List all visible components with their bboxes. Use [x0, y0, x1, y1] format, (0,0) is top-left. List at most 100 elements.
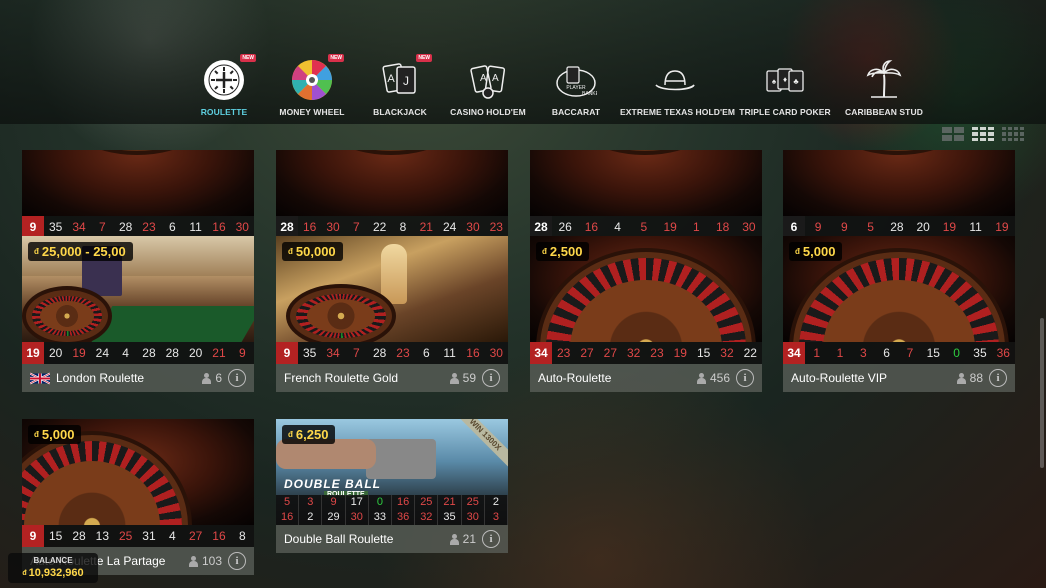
table-name: Double Ball Roulette: [284, 532, 394, 546]
result-number: 23: [489, 220, 503, 234]
result-number: 5: [640, 220, 648, 234]
game-category-nav: NEW ROULETTE NEW MONEY WHEEL J A NEW BLACKJACK A…: [0, 0, 1046, 124]
result-number: 21: [212, 346, 226, 360]
result-pair: 25 32: [415, 495, 439, 525]
player-icon: [188, 555, 198, 567]
recent-results: 19 20 19 24 4 28 28 20 21 9: [22, 342, 254, 364]
table-name: Auto-Roulette VIP: [791, 371, 888, 385]
result-number: 21: [419, 220, 433, 234]
result-number: 2: [307, 511, 314, 523]
double-ball-logo: DOUBLE BALL: [284, 477, 381, 491]
recent-results: 9 35 34 7 28 23 6 11 16 30: [22, 216, 254, 238]
player-icon: [696, 372, 706, 384]
recent-results: 28 26 16 4 5 19 1 18 30: [530, 216, 762, 238]
nav-item-caribbean-stud[interactable]: CARIBBEAN STUD: [840, 54, 928, 124]
nav-item-money-wheel[interactable]: NEW MONEY WHEEL: [268, 54, 356, 124]
result-number: 32: [420, 511, 433, 523]
result-pair: 17 30: [346, 495, 369, 525]
result-number: 32: [626, 346, 641, 360]
result-number: 35: [48, 220, 63, 234]
nav-item-extreme-texas-hold-em[interactable]: EXTREME TEXAS HOLD'EM: [620, 54, 736, 124]
result-number: 1: [813, 346, 820, 360]
scrollbar[interactable]: [1040, 318, 1044, 468]
result-pair: 21 35: [438, 495, 462, 525]
table-footer: Auto-Roulette 456 i: [530, 364, 762, 392]
result-number: 27: [188, 529, 203, 543]
result-number: 30: [466, 220, 480, 234]
player-count: 59: [449, 371, 476, 385]
result-number: 2: [492, 496, 499, 508]
info-icon[interactable]: i: [228, 369, 246, 387]
cowboy-hat-icon: [653, 58, 697, 102]
table-card[interactable]: đ 25,000 - 25,00 19 20 19 24 4 28 28 20 21 9 London …: [22, 236, 254, 392]
result-number: 16: [212, 529, 226, 543]
result-number: 9: [238, 346, 246, 360]
result-number: 25: [466, 496, 479, 508]
svg-text:A: A: [387, 73, 395, 85]
table-thumbnail: đ 2,500: [530, 236, 762, 342]
recent-results: 9 35 34 7 28 23 6 11 16 30: [276, 342, 508, 364]
info-icon[interactable]: i: [736, 369, 754, 387]
table-card[interactable]: DOUBLE BALLROULETTEWIN 1300Xđ6,250516329…: [276, 419, 508, 553]
holdem-cards-icon: AA: [466, 58, 510, 102]
money-wheel-icon: [290, 58, 334, 102]
svg-text:A: A: [492, 73, 499, 84]
win-ribbon: WIN 1300X: [448, 419, 508, 472]
result-number: 25: [420, 496, 433, 508]
result-number: 6: [883, 346, 890, 360]
info-icon[interactable]: i: [989, 369, 1007, 387]
result-number: 34: [72, 220, 86, 234]
result-pair: 25 30: [462, 495, 485, 525]
result-number: 6: [422, 346, 430, 360]
table-thumbnail: [530, 150, 762, 216]
player-count: 456: [696, 371, 730, 385]
result-number: 19: [673, 346, 687, 360]
nav-item-roulette[interactable]: NEW ROULETTE: [180, 54, 268, 124]
grid-3-view-icon[interactable]: [972, 127, 994, 141]
nav-item-label: CARIBBEAN STUD: [845, 107, 923, 117]
table-card[interactable]: đ5,00091528132531427168Auto-Roulette La …: [22, 419, 254, 575]
bet-limit-badge: đ 2,500: [536, 242, 590, 261]
nav-item-blackjack[interactable]: J A NEW BLACKJACK: [356, 54, 444, 124]
result-number: 23: [650, 346, 664, 360]
nav-item-label: ROULETTE: [200, 107, 248, 117]
result-number: 19: [995, 220, 1009, 234]
result-number: 35: [443, 511, 456, 523]
result-number: 22: [372, 220, 387, 234]
result-number: 22: [743, 346, 757, 360]
table-card[interactable]: đ 2,500 34 23 27 27 32 23 19 15 32 22 Auto-Roulette 4…: [530, 236, 762, 392]
result-number: 23: [556, 346, 571, 360]
nav-item-label: MONEY WHEEL: [279, 107, 345, 117]
result-number: 7: [98, 220, 106, 234]
result-number: 15: [696, 346, 711, 360]
result-number: 1: [836, 346, 844, 360]
result-number: 8: [399, 220, 407, 234]
result-number: 27: [603, 346, 617, 360]
result-number: 29: [327, 511, 340, 523]
info-icon[interactable]: i: [482, 369, 500, 387]
grid-2-view-icon[interactable]: [942, 127, 964, 141]
nav-item-triple-card-poker[interactable]: ♠ ♦ ♣ TRIPLE CARD POKER: [730, 54, 840, 124]
result-number: 15: [48, 529, 63, 543]
table-thumbnail: đ 25,000 - 25,00: [22, 236, 254, 342]
three-cards-icon: ♠ ♦ ♣: [763, 58, 807, 102]
result-number: 26: [558, 220, 572, 234]
info-icon[interactable]: i: [482, 530, 500, 548]
nav-item-label: EXTREME TEXAS HOLD'EM: [620, 107, 736, 117]
baccarat-icon: PLAYERBANKER: [554, 58, 598, 102]
table-card[interactable]: đ 5,000 34 1 1 3 6 7 15 0 35 36 Auto-Roulette VIP 88 i: [783, 236, 1015, 392]
result-number: 0: [376, 496, 383, 508]
table-card[interactable]: đ 50,000 9 35 34 7 28 23 6 11 16 30 French Roulette …: [276, 236, 508, 392]
nav-item-baccarat[interactable]: PLAYERBANKER BACCARAT: [532, 54, 620, 124]
player-count: 103: [188, 554, 222, 568]
result-number: 28: [890, 220, 904, 234]
nav-item-casino-hold-em[interactable]: A A CASINO HOLD'EM: [444, 54, 532, 124]
balance-value: đ 10,932,960: [22, 567, 84, 579]
info-icon[interactable]: i: [228, 552, 246, 570]
result-number: 8: [238, 529, 246, 543]
result-number: 25: [118, 529, 133, 543]
result-number: 34: [530, 342, 552, 364]
grid-4-view-icon[interactable]: [1002, 127, 1024, 141]
result-number: 18: [715, 220, 730, 234]
recent-results: 34 23 27 27 32 23 19 15 32 22: [530, 342, 762, 364]
